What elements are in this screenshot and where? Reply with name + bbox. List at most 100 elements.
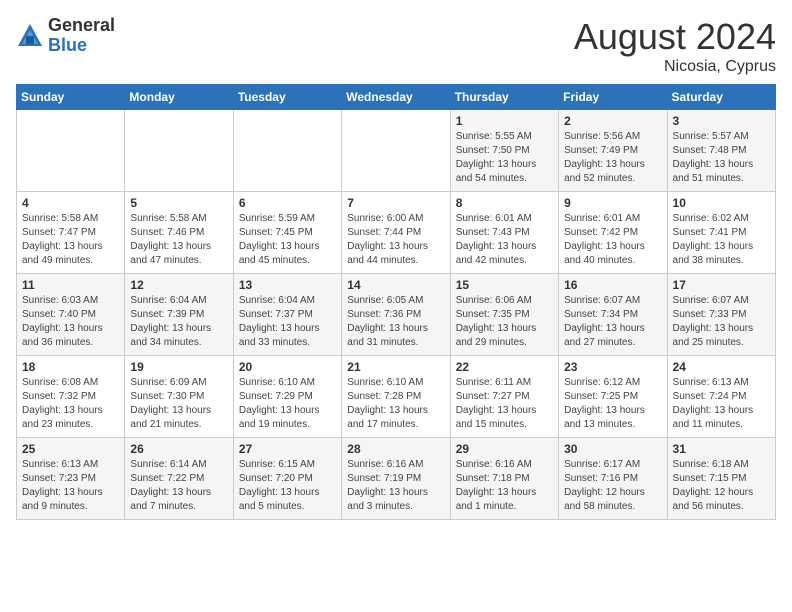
- cell-info: Sunrise: 6:17 AM Sunset: 7:16 PM Dayligh…: [564, 458, 661, 514]
- weekday-header-friday: Friday: [559, 85, 667, 110]
- day-number: 21: [347, 360, 444, 374]
- calendar-cell: 27 Sunrise: 6:15 AM Sunset: 7:20 PM Dayli…: [233, 438, 341, 520]
- calendar-week-row: 18 Sunrise: 6:08 AM Sunset: 7:32 PM Dayli…: [17, 356, 776, 438]
- day-number: 7: [347, 196, 444, 210]
- calendar-week-row: 1 Sunrise: 5:55 AM Sunset: 7:50 PM Daylig…: [17, 110, 776, 192]
- weekday-header-row: SundayMondayTuesdayWednesdayThursdayFrid…: [17, 85, 776, 110]
- calendar-cell: 10 Sunrise: 6:02 AM Sunset: 7:41 PM Dayli…: [667, 192, 775, 274]
- calendar-cell: 30 Sunrise: 6:17 AM Sunset: 7:16 PM Dayli…: [559, 438, 667, 520]
- cell-info: Sunrise: 6:04 AM Sunset: 7:39 PM Dayligh…: [130, 294, 227, 350]
- day-number: 15: [456, 278, 553, 292]
- calendar-cell: 5Sunrise: 5:58 AM Sunset: 7:46 PM Daylig…: [125, 192, 233, 274]
- cell-info: Sunrise: 6:16 AM Sunset: 7:19 PM Dayligh…: [347, 458, 444, 514]
- day-number: 30: [564, 442, 661, 456]
- cell-info: Sunrise: 5:55 AM Sunset: 7:50 PM Dayligh…: [456, 130, 553, 186]
- logo-general-text: General: [48, 16, 115, 36]
- day-number: 31: [673, 442, 770, 456]
- calendar-cell: 8 Sunrise: 6:01 AM Sunset: 7:43 PM Daylig…: [450, 192, 558, 274]
- day-number: 5: [130, 196, 227, 210]
- calendar-cell: 15Sunrise: 6:06 AM Sunset: 7:35 PM Dayli…: [450, 274, 558, 356]
- weekday-header-saturday: Saturday: [667, 85, 775, 110]
- calendar-cell: 28 Sunrise: 6:16 AM Sunset: 7:19 PM Dayli…: [342, 438, 450, 520]
- day-number: 23: [564, 360, 661, 374]
- day-number: 20: [239, 360, 336, 374]
- calendar-cell: 25Sunrise: 6:13 AM Sunset: 7:23 PM Dayli…: [17, 438, 125, 520]
- logo-text: General Blue: [48, 16, 115, 56]
- cell-info: Sunrise: 6:13 AM Sunset: 7:24 PM Dayligh…: [673, 376, 770, 432]
- cell-info: Sunrise: 6:00 AM Sunset: 7:44 PM Dayligh…: [347, 212, 444, 268]
- cell-info: Sunrise: 6:10 AM Sunset: 7:28 PM Dayligh…: [347, 376, 444, 432]
- weekday-header-thursday: Thursday: [450, 85, 558, 110]
- cell-info: Sunrise: 5:56 AM Sunset: 7:49 PM Dayligh…: [564, 130, 661, 186]
- calendar-cell: 12 Sunrise: 6:04 AM Sunset: 7:39 PM Dayli…: [125, 274, 233, 356]
- day-number: 24: [673, 360, 770, 374]
- day-number: 18: [22, 360, 119, 374]
- month-year: August 2024: [574, 16, 776, 58]
- cell-info: Sunrise: 6:13 AM Sunset: 7:23 PM Dayligh…: [22, 458, 119, 514]
- day-number: 11: [22, 278, 119, 292]
- logo-icon: [16, 22, 44, 50]
- day-number: 9: [564, 196, 661, 210]
- calendar-cell: 11 Sunrise: 6:03 AM Sunset: 7:40 PM Dayli…: [17, 274, 125, 356]
- cell-info: Sunrise: 6:08 AM Sunset: 7:32 PM Dayligh…: [22, 376, 119, 432]
- calendar-cell: 22Sunrise: 6:11 AM Sunset: 7:27 PM Dayli…: [450, 356, 558, 438]
- calendar-cell: 9 Sunrise: 6:01 AM Sunset: 7:42 PM Daylig…: [559, 192, 667, 274]
- day-number: 17: [673, 278, 770, 292]
- calendar-cell: 17Sunrise: 6:07 AM Sunset: 7:33 PM Dayli…: [667, 274, 775, 356]
- cell-info: Sunrise: 6:15 AM Sunset: 7:20 PM Dayligh…: [239, 458, 336, 514]
- cell-info: Sunrise: 6:01 AM Sunset: 7:42 PM Dayligh…: [564, 212, 661, 268]
- logo: General Blue: [16, 16, 115, 56]
- weekday-header-wednesday: Wednesday: [342, 85, 450, 110]
- day-number: 14: [347, 278, 444, 292]
- calendar-cell: 23 Sunrise: 6:12 AM Sunset: 7:25 PM Dayli…: [559, 356, 667, 438]
- day-number: 27: [239, 442, 336, 456]
- cell-info: Sunrise: 6:10 AM Sunset: 7:29 PM Dayligh…: [239, 376, 336, 432]
- calendar-cell: 18 Sunrise: 6:08 AM Sunset: 7:32 PM Dayli…: [17, 356, 125, 438]
- cell-info: Sunrise: 6:09 AM Sunset: 7:30 PM Dayligh…: [130, 376, 227, 432]
- logo-blue-text: Blue: [48, 36, 115, 56]
- day-number: 3: [673, 114, 770, 128]
- calendar-cell: 13Sunrise: 6:04 AM Sunset: 7:37 PM Dayli…: [233, 274, 341, 356]
- cell-info: Sunrise: 6:05 AM Sunset: 7:36 PM Dayligh…: [347, 294, 444, 350]
- day-number: 10: [673, 196, 770, 210]
- cell-info: Sunrise: 6:03 AM Sunset: 7:40 PM Dayligh…: [22, 294, 119, 350]
- calendar-cell: 29Sunrise: 6:16 AM Sunset: 7:18 PM Dayli…: [450, 438, 558, 520]
- cell-info: Sunrise: 6:12 AM Sunset: 7:25 PM Dayligh…: [564, 376, 661, 432]
- day-number: 16: [564, 278, 661, 292]
- calendar-cell: 3 Sunrise: 5:57 AM Sunset: 7:48 PM Daylig…: [667, 110, 775, 192]
- calendar-cell: [125, 110, 233, 192]
- calendar-cell: 21 Sunrise: 6:10 AM Sunset: 7:28 PM Dayli…: [342, 356, 450, 438]
- day-number: 22: [456, 360, 553, 374]
- cell-info: Sunrise: 5:58 AM Sunset: 7:47 PM Dayligh…: [22, 212, 119, 268]
- calendar-week-row: 25Sunrise: 6:13 AM Sunset: 7:23 PM Dayli…: [17, 438, 776, 520]
- calendar-cell: 4Sunrise: 5:58 AM Sunset: 7:47 PM Daylig…: [17, 192, 125, 274]
- day-number: 1: [456, 114, 553, 128]
- calendar-cell: 26Sunrise: 6:14 AM Sunset: 7:22 PM Dayli…: [125, 438, 233, 520]
- calendar-cell: 1 Sunrise: 5:55 AM Sunset: 7:50 PM Daylig…: [450, 110, 558, 192]
- day-number: 13: [239, 278, 336, 292]
- calendar-cell: 20 Sunrise: 6:10 AM Sunset: 7:29 PM Dayli…: [233, 356, 341, 438]
- cell-info: Sunrise: 6:18 AM Sunset: 7:15 PM Dayligh…: [673, 458, 770, 514]
- weekday-header-sunday: Sunday: [17, 85, 125, 110]
- calendar-cell: 14 Sunrise: 6:05 AM Sunset: 7:36 PM Dayli…: [342, 274, 450, 356]
- calendar-cell: 6 Sunrise: 5:59 AM Sunset: 7:45 PM Daylig…: [233, 192, 341, 274]
- day-number: 12: [130, 278, 227, 292]
- cell-info: Sunrise: 5:59 AM Sunset: 7:45 PM Dayligh…: [239, 212, 336, 268]
- cell-info: Sunrise: 6:02 AM Sunset: 7:41 PM Dayligh…: [673, 212, 770, 268]
- day-number: 19: [130, 360, 227, 374]
- calendar-week-row: 4Sunrise: 5:58 AM Sunset: 7:47 PM Daylig…: [17, 192, 776, 274]
- cell-info: Sunrise: 6:07 AM Sunset: 7:34 PM Dayligh…: [564, 294, 661, 350]
- day-number: 28: [347, 442, 444, 456]
- day-number: 6: [239, 196, 336, 210]
- cell-info: Sunrise: 6:01 AM Sunset: 7:43 PM Dayligh…: [456, 212, 553, 268]
- page-header: General Blue August 2024 Nicosia, Cyprus: [16, 16, 776, 76]
- weekday-header-tuesday: Tuesday: [233, 85, 341, 110]
- calendar-week-row: 11 Sunrise: 6:03 AM Sunset: 7:40 PM Dayli…: [17, 274, 776, 356]
- cell-info: Sunrise: 5:57 AM Sunset: 7:48 PM Dayligh…: [673, 130, 770, 186]
- location: Nicosia, Cyprus: [574, 58, 776, 76]
- day-number: 8: [456, 196, 553, 210]
- calendar-table: SundayMondayTuesdayWednesdayThursdayFrid…: [16, 84, 776, 520]
- calendar-cell: 31 Sunrise: 6:18 AM Sunset: 7:15 PM Dayli…: [667, 438, 775, 520]
- calendar-cell: 24 Sunrise: 6:13 AM Sunset: 7:24 PM Dayli…: [667, 356, 775, 438]
- calendar-cell: [342, 110, 450, 192]
